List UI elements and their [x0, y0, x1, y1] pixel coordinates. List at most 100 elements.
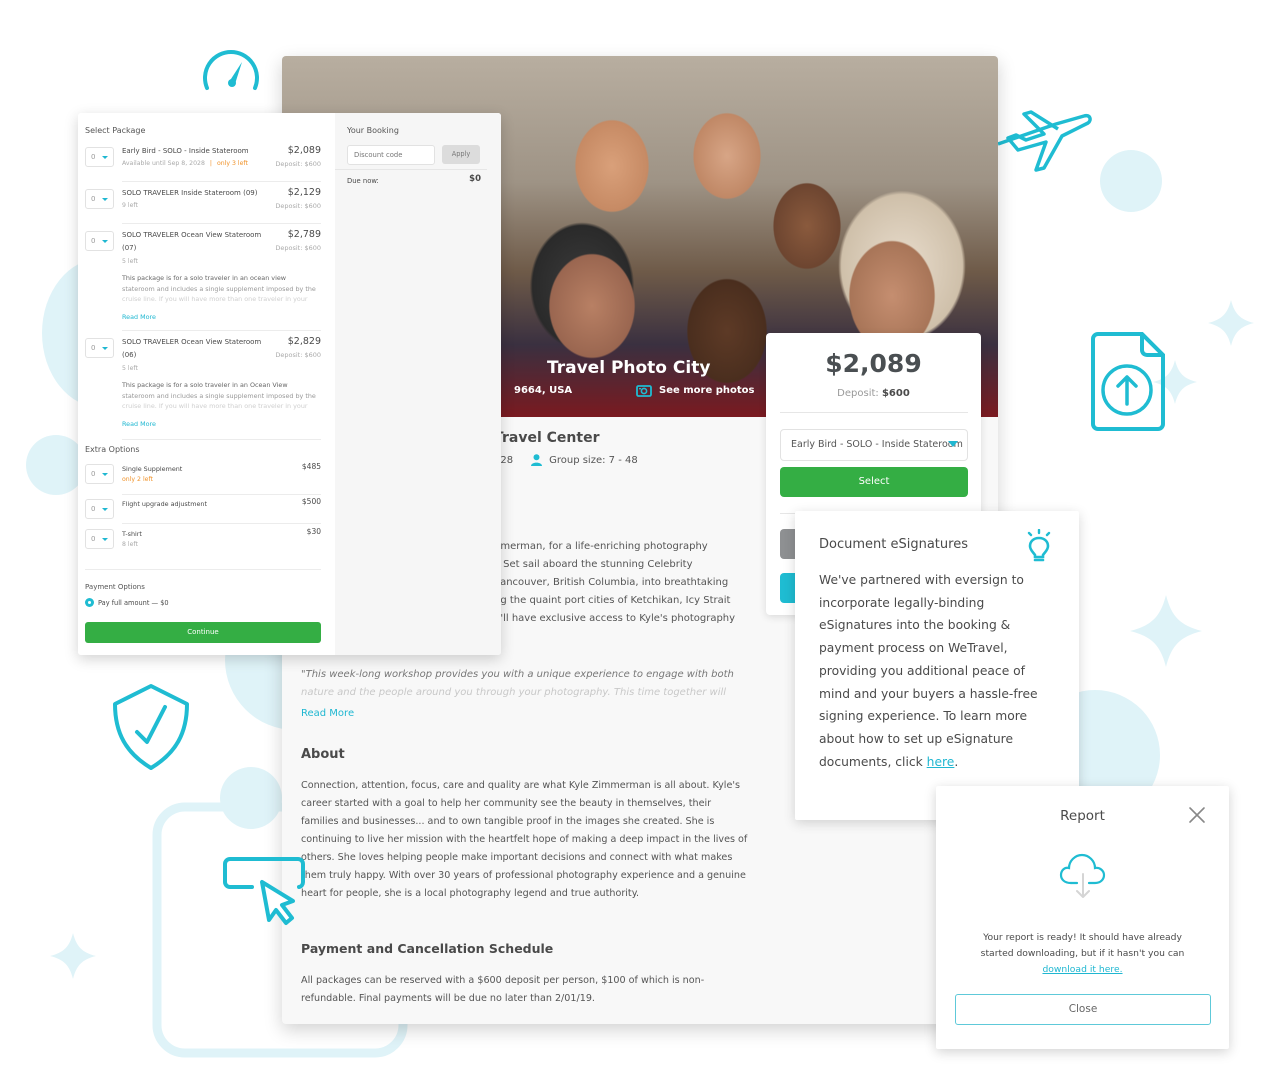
quote-line: nature and the people around you through… [301, 687, 727, 698]
about-heading: About [301, 747, 345, 762]
lightbulb-icon [1027, 529, 1051, 562]
package-select-value: Early Bird - SOLO - Inside Stateroom [791, 439, 963, 450]
read-more-link[interactable]: Read More [301, 708, 354, 719]
availability-date: Available until Sep 8, 2028 [122, 160, 205, 167]
chevron-down-icon [102, 508, 108, 511]
group-size: Group size: 7 - 48 [531, 454, 638, 466]
package-select[interactable]: Early Bird - SOLO - Inside Stateroom [780, 429, 968, 461]
report-message-text: Your report is ready! It should have alr… [980, 932, 1185, 959]
user-icon [531, 454, 543, 466]
trip-title: Travel Photo City [547, 358, 711, 378]
esignatures-help-link[interactable]: here [927, 755, 955, 769]
description-line: nmerman, for a life-enriching photograph… [494, 541, 708, 552]
see-more-photos-link[interactable]: See more photos [636, 384, 754, 397]
booking-panel: Select Package 0 Early Bird - SOLO - Ins… [78, 113, 501, 655]
quantity-select[interactable]: 0 [85, 338, 114, 358]
read-more-link[interactable]: Read More [122, 313, 156, 321]
description-line: i. Set sail aboard the stunning Celebrit… [494, 559, 693, 570]
organizer-name: Travel Center [494, 430, 600, 446]
package-name: SOLO TRAVELER Inside Stateroom (09) [122, 189, 258, 197]
esignatures-card: Document eSignatures We've partnered wit… [795, 511, 1079, 820]
report-modal: Report Your report is ready! It should h… [936, 786, 1229, 1049]
description-line: stateroom and includes a single suppleme… [122, 284, 316, 293]
package-deposit: Deposit: $600 [275, 351, 321, 359]
chevron-down-icon [102, 156, 108, 159]
chevron-down-icon [948, 441, 958, 447]
about-text: Connection, attention, focus, care and q… [301, 780, 748, 899]
chevron-down-icon [102, 240, 108, 243]
sparkle-icon [1130, 595, 1202, 667]
close-icon[interactable] [1188, 806, 1206, 824]
extra-option-price: $30 [306, 527, 321, 536]
quantity-value: 0 [91, 470, 96, 478]
trip-location: 9664, USA [514, 385, 573, 396]
quantity-select[interactable]: 0 [85, 231, 114, 251]
quote-line: "This week-long workshop provides you wi… [301, 669, 734, 680]
your-booking-title: Your Booking [347, 126, 399, 135]
chevron-down-icon [102, 538, 108, 541]
quantity-select[interactable]: 0 [85, 529, 114, 549]
due-now-label: Due now: [347, 177, 379, 185]
description-line: ng the quaint port cities of Ketchikan, … [494, 595, 731, 606]
description-line: stateroom and includes a single suppleme… [122, 391, 316, 400]
quantity-select[interactable]: 0 [85, 189, 114, 209]
select-button[interactable]: Select [780, 467, 968, 497]
chevron-down-icon [102, 473, 108, 476]
description-line: u'll have exclusive access to Kyle's pho… [494, 613, 736, 624]
read-more-link[interactable]: Read More [122, 420, 156, 428]
quantity-select[interactable]: 0 [85, 499, 114, 519]
chevron-down-icon [102, 198, 108, 201]
select-package-title: Select Package [85, 126, 146, 135]
stock-label: only 3 left [216, 160, 248, 167]
decor-circle [1100, 150, 1162, 212]
speedometer-icon [203, 50, 259, 90]
package-deposit: Deposit: $600 [275, 160, 321, 168]
report-title: Report [1060, 808, 1105, 824]
apply-button[interactable]: Apply [442, 145, 480, 164]
pay-full-label: Pay full amount — $0 [98, 598, 169, 607]
description-line: This package is for a solo traveler in a… [122, 381, 288, 389]
punctuation: . [954, 754, 959, 769]
divider [122, 494, 321, 495]
package-price: $2,129 [287, 187, 321, 198]
extra-options-title: Extra Options [85, 445, 140, 454]
stock-label: only 2 left [122, 476, 153, 483]
camera-icon [636, 385, 652, 397]
divider [122, 223, 321, 224]
payment-schedule-heading: Payment and Cancellation Schedule [301, 941, 554, 956]
divider [122, 181, 321, 182]
continue-button[interactable]: Continue [85, 622, 321, 643]
divider [122, 523, 321, 524]
click-cursor-icon [223, 857, 305, 925]
close-button[interactable]: Close [955, 994, 1211, 1025]
divider [780, 412, 968, 413]
trip-meta: 028 Group size: 7 - 48 [494, 454, 638, 466]
cloud-download-icon [1059, 853, 1106, 898]
extra-option-name: Single Supplement [122, 465, 183, 473]
deposit-value: $600 [881, 388, 910, 399]
quantity-select[interactable]: 0 [85, 147, 114, 167]
download-link[interactable]: download it here. [1042, 964, 1122, 975]
esignatures-body: We've partnered with eversign to incorpo… [819, 569, 1039, 773]
trip-description: nmerman, for a life-enriching photograph… [494, 538, 744, 628]
package-deposit: Deposit: $600 [275, 244, 321, 252]
description-line: Vancouver, British Columbia, into breath… [494, 577, 729, 588]
divider [122, 330, 321, 331]
quantity-value: 0 [91, 237, 96, 245]
discount-code-input[interactable] [347, 145, 435, 165]
radio-selected-icon [85, 598, 94, 607]
quantity-select[interactable]: 0 [85, 464, 114, 484]
package-price: $2,789 [287, 229, 321, 240]
payment-schedule-text: All packages can be reserved with a $600… [301, 975, 705, 1004]
sparkle-icon [1208, 300, 1254, 346]
description-line: This package is for a solo traveler in a… [122, 274, 287, 282]
pay-full-radio[interactable]: Pay full amount — $0 [85, 598, 169, 607]
package-name: Early Bird - SOLO - Inside Stateroom [122, 147, 249, 155]
stock-label: 9 left [122, 202, 138, 209]
deposit-label: Deposit: [837, 388, 879, 399]
description-line: cruise line. If you will have more than … [122, 402, 308, 410]
payment-options-title: Payment Options [85, 583, 145, 591]
package-description: This package is for a solo traveler in a… [122, 273, 322, 305]
your-booking-summary: Your Booking Apply Due now: $0 [335, 113, 501, 655]
stock-label: 8 left [122, 541, 138, 548]
